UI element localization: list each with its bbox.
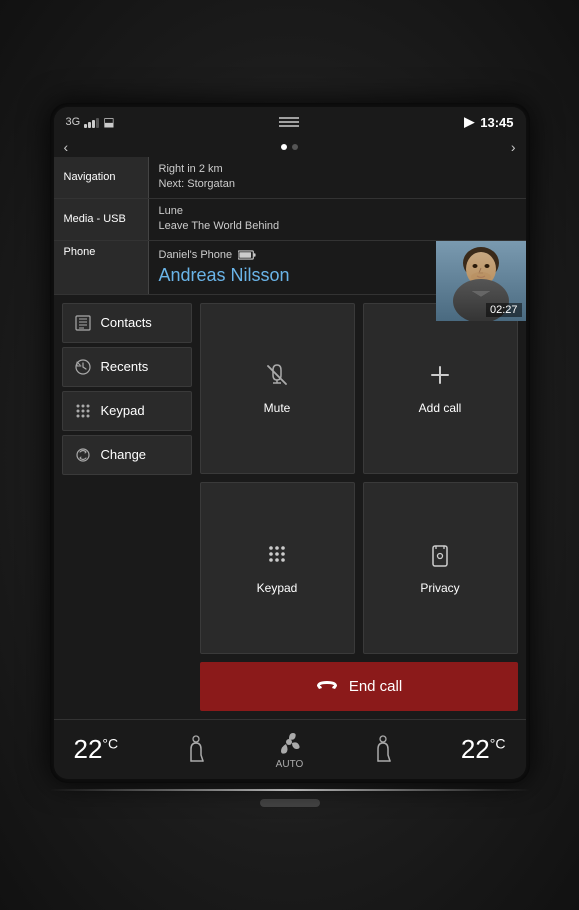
left-menu: Contacts Recents: [62, 303, 192, 711]
signal-bar-4: [96, 118, 99, 128]
temp-left-number: 22: [74, 734, 103, 764]
add-call-icon: [426, 361, 454, 395]
recents-menu-item[interactable]: Recents: [62, 347, 192, 387]
media-info-bar: Media - USB Lune Leave The World Behind: [54, 199, 526, 241]
screen: 3G ⬓ ▶: [54, 107, 526, 779]
temp-right-number: 22: [461, 734, 490, 764]
signal-bar-2: [88, 122, 91, 128]
fan-svg: [274, 729, 304, 757]
status-left: 3G ⬓: [66, 115, 115, 129]
keypad-ctrl-label: Keypad: [257, 581, 298, 595]
call-timer: 02:27: [486, 303, 522, 317]
bluetooth-icon: ⬓: [103, 115, 114, 129]
signal-bar-3: [92, 120, 95, 128]
navigation-content: Right in 2 km Next: Storgatan: [149, 157, 526, 198]
phone-section: Phone Daniel's Phone: [54, 241, 526, 719]
top-control-row: Mute Add call: [200, 303, 518, 475]
recents-label: Recents: [101, 359, 149, 374]
nav-line2: Next: Storgatan: [159, 177, 516, 192]
seat-icon-svg: [183, 735, 209, 765]
dot-2: [292, 144, 298, 150]
seat-right-svg: [370, 735, 396, 765]
phone-header: Phone Daniel's Phone: [54, 241, 526, 295]
status-center: [277, 115, 301, 130]
change-icon: [73, 446, 93, 464]
accent-line: [50, 789, 530, 791]
contacts-menu-item[interactable]: Contacts: [62, 303, 192, 343]
car-bezel: 3G ⬓ ▶: [0, 0, 579, 910]
contacts-label: Contacts: [101, 315, 152, 330]
temp-right-value: 22°C: [461, 734, 506, 764]
end-call-label: End call: [349, 678, 402, 695]
add-call-button[interactable]: Add call: [363, 303, 518, 475]
privacy-button[interactable]: Privacy: [363, 482, 518, 654]
device-name: Daniel's Phone: [159, 249, 233, 261]
clock-time: 13:45: [480, 115, 513, 130]
temp-left-value: 22°C: [74, 734, 119, 764]
media-line1: Lune: [159, 204, 516, 219]
mute-button[interactable]: Mute: [200, 303, 355, 475]
bottom-handle: [260, 799, 320, 807]
dot-1: [281, 144, 287, 150]
nav-right-arrow[interactable]: ›: [511, 139, 516, 155]
change-label: Change: [101, 447, 147, 462]
recents-icon: [73, 358, 93, 376]
temp-right-display: 22°C: [461, 734, 506, 765]
navigation-info-bar: Navigation Right in 2 km Next: Storgatan: [54, 157, 526, 199]
seat-right-icon[interactable]: [370, 735, 396, 765]
status-bar: 3G ⬓ ▶: [54, 107, 526, 137]
temp-left-display: 22°C: [74, 734, 119, 765]
add-call-label: Add call: [419, 401, 462, 415]
fan-auto-label: AUTO: [276, 759, 304, 770]
caller-photo: 02:27: [436, 241, 526, 321]
right-controls: Mute Add call: [200, 303, 518, 711]
phone-label: Phone: [54, 241, 149, 294]
temp-left-unit: °C: [102, 735, 118, 751]
keypad-button[interactable]: Keypad: [200, 482, 355, 654]
keypad-icon: [73, 402, 93, 420]
network-label: 3G: [66, 116, 81, 128]
nav-arrows-row: ‹ ›: [54, 137, 526, 157]
bottom-control-row: Keypad: [200, 482, 518, 654]
seat-left-icon[interactable]: [183, 735, 209, 765]
page-dots: [281, 144, 298, 150]
climate-bar: 22°C AUT: [54, 719, 526, 779]
mute-icon: [263, 361, 291, 395]
change-menu-item[interactable]: Change: [62, 435, 192, 475]
privacy-icon: [426, 541, 454, 575]
keypad-label: Keypad: [101, 403, 145, 418]
contacts-icon: [73, 314, 93, 332]
fan-icon[interactable]: AUTO: [274, 729, 304, 770]
end-call-phone-icon: [315, 676, 339, 697]
end-call-button[interactable]: End call: [200, 662, 518, 711]
screen-outer: 3G ⬓ ▶: [50, 103, 530, 783]
temp-right-unit: °C: [490, 735, 506, 751]
signal-bars: [84, 116, 99, 128]
menu-icon: [277, 115, 301, 127]
privacy-label: Privacy: [420, 581, 459, 595]
media-content: Lune Leave The World Behind: [149, 199, 526, 240]
play-icon: ▶: [464, 114, 474, 130]
nav-line1: Right in 2 km: [159, 162, 516, 177]
navigation-label: Navigation: [54, 157, 149, 198]
signal-bar-1: [84, 124, 87, 128]
mute-label: Mute: [264, 401, 291, 415]
keypad-ctrl-icon: [263, 541, 291, 575]
media-label: Media - USB: [54, 199, 149, 240]
nav-left-arrow[interactable]: ‹: [64, 139, 69, 155]
battery-icon: [238, 250, 256, 260]
media-line2: Leave The World Behind: [159, 219, 516, 234]
keypad-menu-item[interactable]: Keypad: [62, 391, 192, 431]
controls-area: Contacts Recents: [54, 295, 526, 719]
status-right: ▶ 13:45: [464, 114, 513, 130]
